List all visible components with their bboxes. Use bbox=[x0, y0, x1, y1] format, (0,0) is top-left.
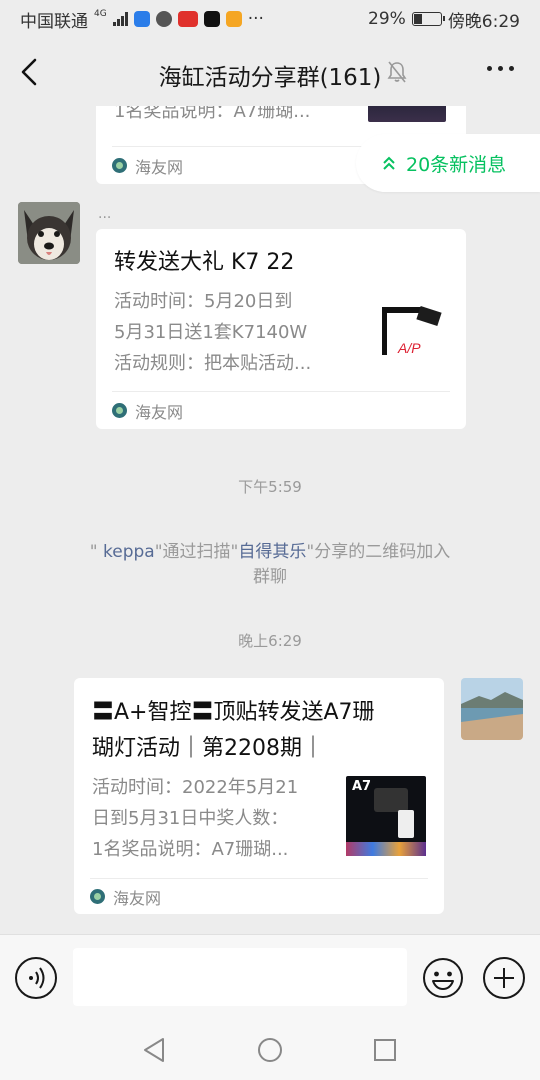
dog-avatar-image bbox=[18, 202, 80, 264]
clock: 傍晚6:29 bbox=[447, 11, 520, 32]
battery-icon bbox=[411, 12, 445, 26]
emoji-button[interactable] bbox=[422, 957, 464, 999]
tiktok-icon bbox=[203, 11, 220, 27]
inviter-link[interactable]: 自得其乐 bbox=[238, 542, 306, 562]
mute-bell-icon bbox=[387, 61, 407, 83]
avatar[interactable] bbox=[461, 678, 523, 740]
message-timestamp: 下午5:59 bbox=[238, 478, 302, 496]
nav-back-icon[interactable] bbox=[141, 1036, 169, 1064]
orange-app-icon bbox=[225, 11, 242, 27]
card-title-line: 瑚灯活动｜第2208期｜ bbox=[92, 736, 324, 761]
page-title: 海缸活动分享群(161) bbox=[158, 65, 382, 91]
carrier-name: 中国联通 bbox=[20, 11, 88, 32]
nav-recents-icon[interactable] bbox=[371, 1036, 399, 1064]
double-chevron-up-icon bbox=[383, 156, 395, 170]
thumb-phone bbox=[398, 810, 414, 838]
system-message-text: " bbox=[89, 542, 104, 562]
card-title: 转发送大礼 K7 22 bbox=[114, 250, 295, 275]
beach-avatar-image bbox=[461, 678, 523, 740]
card-description: 1名奖品说明：A7珊瑚... bbox=[114, 106, 311, 122]
thumb-coral bbox=[346, 842, 426, 856]
app-notify-icon bbox=[133, 11, 150, 27]
shield-icon bbox=[155, 11, 172, 27]
new-messages-button[interactable]: 20条新消息 bbox=[356, 134, 540, 192]
news-app-icon bbox=[177, 11, 198, 27]
svg-text:A/P: A/P bbox=[397, 340, 421, 356]
system-message: " keppa"通过扫描"自得其乐"分享的二维码加入 群聊 bbox=[50, 540, 490, 590]
nav-home-icon[interactable] bbox=[256, 1036, 284, 1064]
card-description-line: 活动时间：5月20日到 bbox=[114, 291, 293, 312]
card-description-line: 活动时间：2022年5月21 bbox=[92, 777, 299, 798]
voice-icon bbox=[29, 967, 45, 989]
card-thumbnail: A/P bbox=[376, 295, 448, 369]
card-title-line: 〓A+智控〓顶贴转发送A7珊 bbox=[92, 700, 375, 725]
battery-percent: 29% bbox=[368, 9, 406, 29]
lamp-product-image: A/P bbox=[382, 305, 442, 356]
more-functions-button[interactable] bbox=[483, 957, 525, 999]
system-nav-bar bbox=[0, 1020, 540, 1080]
source-name: 海友网 bbox=[135, 157, 184, 177]
system-message-text: "通过扫描" bbox=[154, 542, 239, 562]
message-timestamp: 晚上6:29 bbox=[238, 632, 302, 650]
more-options-icon[interactable] bbox=[487, 66, 514, 71]
card-source: 海友网 bbox=[112, 391, 450, 429]
link-card[interactable]: 转发送大礼 K7 22 活动时间：5月20日到 5月31日送1套K7140W 活… bbox=[96, 229, 466, 429]
user-link[interactable]: keppa bbox=[103, 542, 155, 562]
source-name: 海友网 bbox=[135, 402, 184, 422]
input-bar bbox=[0, 934, 540, 1020]
avatar[interactable] bbox=[18, 202, 80, 264]
source-logo-icon bbox=[112, 158, 127, 173]
chat-header: 海缸活动分享群(161) bbox=[0, 38, 540, 106]
card-thumbnail bbox=[368, 106, 446, 122]
more-notifications-icon: ··· bbox=[247, 9, 264, 29]
plus-icon bbox=[494, 968, 514, 988]
thumbnail-label: A7 bbox=[352, 779, 372, 794]
voice-input-button[interactable] bbox=[15, 957, 57, 999]
card-thumbnail: A7 bbox=[346, 776, 426, 856]
card-description-line: 活动规则：把本贴活动... bbox=[114, 353, 312, 374]
status-bar: 中国联通 4G ··· 29% 傍晚6:29 bbox=[0, 0, 540, 38]
smiley-icon bbox=[423, 958, 463, 998]
new-messages-label: 20条新消息 bbox=[406, 153, 507, 176]
system-message-text: 群聊 bbox=[253, 567, 287, 587]
source-logo-icon bbox=[112, 403, 127, 418]
network-type: 4G bbox=[94, 9, 107, 19]
card-description-line: 5月31日送1套K7140W bbox=[114, 322, 308, 343]
message-input[interactable] bbox=[73, 948, 407, 1006]
system-message-text: "分享的二维码加入 bbox=[306, 542, 451, 562]
source-name: 海友网 bbox=[113, 888, 162, 908]
signal-icon bbox=[112, 12, 128, 26]
chat-area[interactable]: 1名奖品说明：A7珊瑚... 海友网 20条新消息 ... 转发送大礼 K7 2… bbox=[0, 106, 540, 934]
card-description-line: 1名奖品说明：A7珊瑚... bbox=[92, 839, 289, 860]
source-logo-icon bbox=[90, 889, 105, 904]
sender-name: ... bbox=[98, 206, 112, 222]
card-source: 海友网 bbox=[90, 878, 428, 914]
link-card[interactable]: 〓A+智控〓顶贴转发送A7珊 瑚灯活动｜第2208期｜ 活动时间：2022年5月… bbox=[74, 678, 444, 914]
card-description-line: 日到5月31日中奖人数： bbox=[92, 808, 289, 829]
thumb-lamp bbox=[374, 788, 408, 812]
